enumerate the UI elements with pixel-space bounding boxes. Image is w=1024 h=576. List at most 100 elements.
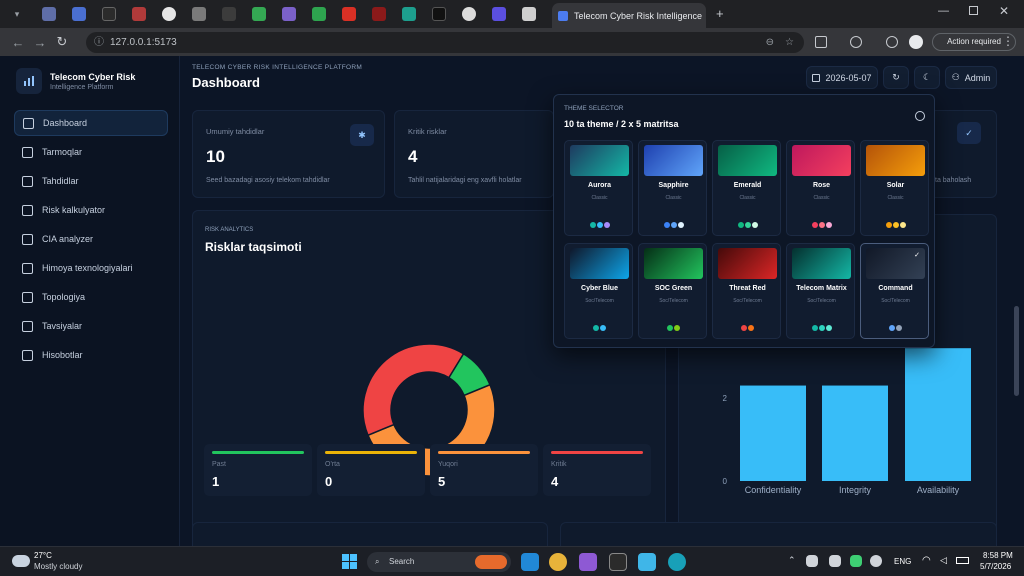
pinned-tab-13[interactable] bbox=[394, 0, 424, 28]
refresh-button[interactable]: ↻ bbox=[883, 66, 909, 89]
minimize-icon[interactable]: — bbox=[938, 5, 949, 17]
theme-color-dot bbox=[811, 325, 818, 331]
pinned-tab-7[interactable] bbox=[214, 0, 244, 28]
extension-2-icon[interactable] bbox=[886, 36, 898, 48]
menu-dots-icon[interactable]: ⋮ bbox=[1002, 34, 1014, 48]
maximize-icon[interactable] bbox=[969, 6, 978, 15]
sidebar-item-risk-kalkulyator[interactable]: Risk kalkulyator bbox=[14, 197, 168, 223]
pinned-tab-6[interactable] bbox=[184, 0, 214, 28]
bookmark-star-icon[interactable]: ☆ bbox=[785, 32, 794, 53]
pinned-tab-8[interactable] bbox=[244, 0, 274, 28]
forward-icon[interactable]: → bbox=[29, 31, 51, 53]
theme-card-soc-green[interactable]: SOC Green Soc/Telecom bbox=[638, 243, 707, 339]
pinned-tab-17[interactable] bbox=[514, 0, 544, 28]
theme-category: Classic bbox=[887, 195, 904, 201]
clock-date[interactable]: 5/7/2026 bbox=[980, 562, 1011, 571]
pinned-tab-15[interactable] bbox=[454, 0, 484, 28]
sidebar-item-dashboard[interactable]: Dashboard bbox=[14, 110, 168, 136]
donut-slice-kritik[interactable] bbox=[363, 344, 465, 437]
dark-mode-toggle[interactable]: ☾ bbox=[914, 66, 940, 89]
pinned-tab-4[interactable] bbox=[124, 0, 154, 28]
theme-card-rose[interactable]: Rose Classic bbox=[786, 140, 855, 236]
sidebar-item-himoya-texnologiyalari[interactable]: Himoya texnologiyalari bbox=[14, 255, 168, 281]
sidebar-item-tahdidlar[interactable]: Tahdidlar bbox=[14, 168, 168, 194]
theme-card-telecom-matrix[interactable]: Telecom Matrix Soc/Telecom bbox=[786, 243, 855, 339]
theme-dots bbox=[639, 325, 708, 331]
sidebar-item-tavsiyalar[interactable]: Tavsiyalar bbox=[14, 313, 168, 339]
weather-temp[interactable]: 27°C bbox=[34, 551, 52, 560]
extensions-icon[interactable] bbox=[815, 36, 827, 48]
sidebar-item-cia-analyzer[interactable]: CIA analyzer bbox=[14, 226, 168, 252]
user-menu-button[interactable]: ⚇ Admin bbox=[945, 66, 997, 89]
theme-card-sapphire[interactable]: Sapphire Classic bbox=[638, 140, 707, 236]
site-info-icon[interactable]: ⓘ bbox=[94, 32, 104, 53]
clock-time[interactable]: 8:58 PM bbox=[983, 551, 1013, 560]
github-tab-icon[interactable] bbox=[154, 0, 184, 28]
tray-icon-1[interactable] bbox=[806, 555, 818, 567]
download-icon[interactable] bbox=[850, 36, 862, 48]
tray-chevron-icon[interactable]: ⌃ bbox=[788, 555, 796, 566]
volume-icon[interactable]: ◁ bbox=[940, 555, 947, 566]
pinned-tab-16[interactable] bbox=[484, 0, 514, 28]
reload-icon[interactable]: ↻ bbox=[51, 31, 73, 53]
new-tab-button[interactable]: + bbox=[716, 6, 724, 21]
tray-icon-4[interactable] bbox=[870, 555, 882, 567]
theme-card-aurora[interactable]: Aurora Classic bbox=[564, 140, 633, 236]
theme-card-threat-red[interactable]: Threat Red Soc/Telecom bbox=[712, 243, 781, 339]
back-icon[interactable]: ← bbox=[7, 31, 29, 53]
search-icon: ⌕ bbox=[375, 557, 380, 566]
sidebar-item-topologiya[interactable]: Topologiya bbox=[14, 284, 168, 310]
cia-bar-availability[interactable] bbox=[905, 348, 971, 481]
pinned-tab-10[interactable] bbox=[304, 0, 334, 28]
pinned-tab-11[interactable] bbox=[334, 0, 364, 28]
active-tab[interactable]: Telecom Cyber Risk Intelligence ✕ bbox=[552, 3, 706, 28]
taskbar-search[interactable]: ⌕ Search bbox=[367, 552, 511, 572]
cia-bar-integrity[interactable] bbox=[822, 385, 888, 481]
network-icon bbox=[22, 146, 33, 158]
theme-swatch bbox=[718, 248, 777, 279]
tray-icon-3[interactable] bbox=[850, 555, 862, 567]
url-input[interactable]: ⓘ 127.0.0.1:5173 ⊖ ☆ bbox=[86, 32, 804, 53]
theme-color-dot bbox=[892, 222, 899, 228]
pinned-tab-1[interactable] bbox=[34, 0, 64, 28]
pinned-tab-14[interactable] bbox=[424, 0, 454, 28]
theme-swatch bbox=[792, 145, 851, 176]
date-button[interactable]: 2026-05-07 bbox=[806, 66, 878, 89]
notepad-icon[interactable] bbox=[638, 553, 656, 571]
tray-icon-2[interactable] bbox=[829, 555, 841, 567]
pinned-tab-12[interactable] bbox=[364, 0, 394, 28]
theme-card-command[interactable]: Command Soc/Telecom ✓ bbox=[860, 243, 929, 339]
url-text: 127.0.0.1:5173 bbox=[110, 37, 177, 48]
pinned-tab-3[interactable] bbox=[94, 0, 124, 28]
weather-desc[interactable]: Mostly cloudy bbox=[34, 562, 82, 571]
tab-list-chevron-icon[interactable]: ▾ bbox=[0, 0, 34, 28]
close-icon[interactable]: ✕ bbox=[999, 4, 1009, 18]
pinned-tab-9[interactable] bbox=[274, 0, 304, 28]
theme-category: Soc/Telecom bbox=[659, 298, 688, 304]
theme-dots bbox=[565, 222, 634, 228]
pinned-tab-2[interactable] bbox=[64, 0, 94, 28]
wifi-icon[interactable]: ◠ bbox=[922, 555, 931, 566]
cia-bar-confidentiality[interactable] bbox=[740, 385, 806, 481]
visual-studio-icon[interactable] bbox=[579, 553, 597, 571]
theme-card-emerald[interactable]: Emerald Classic bbox=[712, 140, 781, 236]
scroll-bar[interactable] bbox=[1014, 306, 1019, 396]
sidebar-item-hisobotlar[interactable]: Hisobotlar bbox=[14, 342, 168, 368]
theme-card-cyber-blue[interactable]: Cyber Blue Soc/Telecom bbox=[564, 243, 633, 339]
theme-color-dot bbox=[603, 222, 610, 228]
sidebar-item-tarmoqlar[interactable]: Tarmoqlar bbox=[14, 139, 168, 165]
risk-stat-value: 0 bbox=[325, 474, 333, 489]
weather-cloud-icon[interactable] bbox=[12, 555, 30, 567]
theme-card-solar[interactable]: Solar Classic bbox=[860, 140, 929, 236]
zoom-icon[interactable]: ⊖ bbox=[766, 32, 774, 53]
windows-start-icon[interactable] bbox=[342, 554, 357, 569]
search-highlight-icon bbox=[475, 555, 507, 569]
vscode-icon[interactable] bbox=[521, 553, 539, 571]
language-indicator[interactable]: ENG bbox=[894, 557, 911, 566]
app-icon[interactable] bbox=[668, 553, 686, 571]
battery-icon[interactable] bbox=[956, 557, 969, 564]
profile-avatar[interactable] bbox=[909, 35, 923, 49]
palette-icon[interactable] bbox=[915, 111, 925, 121]
chrome-icon[interactable] bbox=[549, 553, 567, 571]
terminal-icon[interactable] bbox=[609, 553, 627, 571]
